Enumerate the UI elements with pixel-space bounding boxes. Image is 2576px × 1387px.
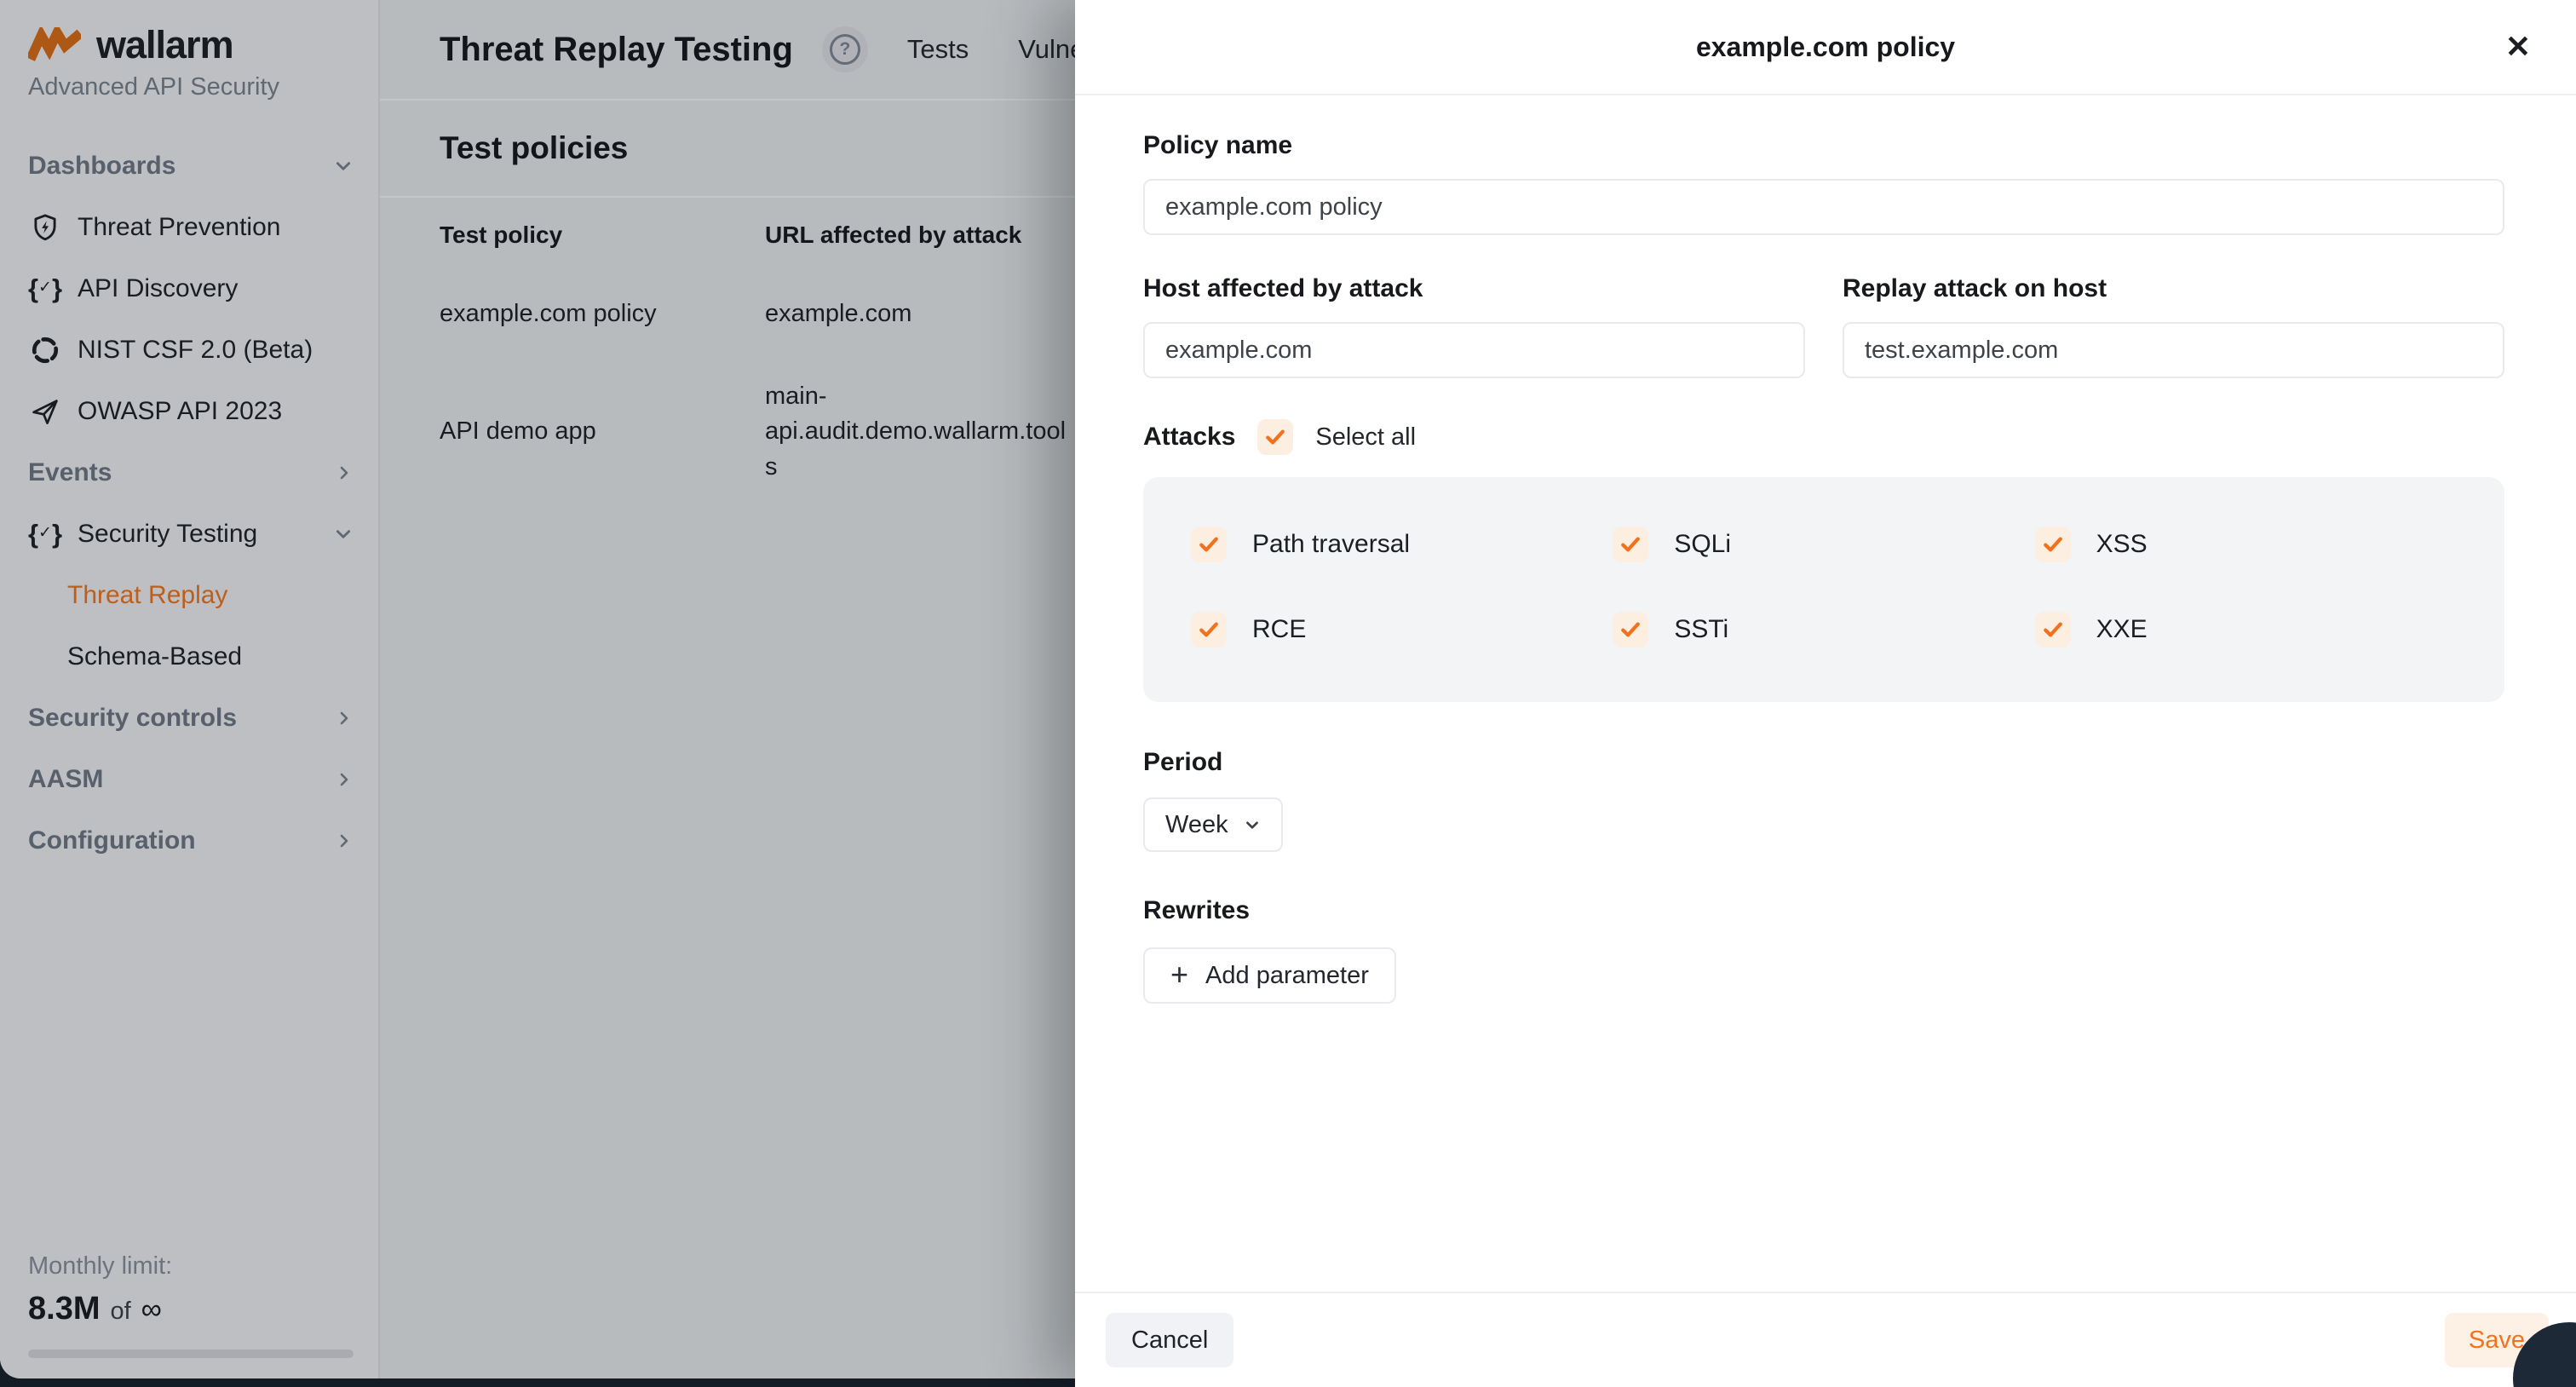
modal-title: example.com policy bbox=[1696, 32, 1955, 63]
cancel-button[interactable]: Cancel bbox=[1106, 1313, 1233, 1367]
plus-icon: + bbox=[1170, 959, 1188, 990]
checkbox-checked-icon bbox=[2035, 527, 2071, 562]
checkbox-checked-icon bbox=[1613, 527, 1648, 562]
checkbox-checked-icon bbox=[1191, 527, 1227, 562]
policy-name-input[interactable] bbox=[1143, 179, 2504, 235]
period-select[interactable]: Week bbox=[1143, 797, 1283, 852]
modal-header: example.com policy ✕ bbox=[1075, 0, 2576, 95]
attack-checkbox-path-traversal[interactable]: Path traversal bbox=[1191, 527, 1613, 562]
modal-body: Policy name Host affected by attack Repl… bbox=[1075, 95, 2576, 1292]
chevron-down-icon bbox=[1244, 816, 1261, 833]
attack-checkbox-ssti[interactable]: SSTi bbox=[1613, 612, 2034, 647]
modal-backdrop[interactable] bbox=[0, 0, 1075, 1387]
add-parameter-button[interactable]: + Add parameter bbox=[1143, 947, 1396, 1004]
replay-host-label: Replay attack on host bbox=[1843, 274, 2504, 303]
close-icon[interactable]: ✕ bbox=[2494, 23, 2542, 71]
rewrites-label: Rewrites bbox=[1143, 896, 2504, 925]
policy-edit-modal: example.com policy ✕ Policy name Host af… bbox=[1075, 0, 2576, 1387]
attack-checkbox-xxe[interactable]: XXE bbox=[2035, 612, 2457, 647]
period-value: Week bbox=[1165, 811, 1228, 839]
period-label: Period bbox=[1143, 748, 2504, 777]
app-window: wallarm Advanced API Security Dashboards bbox=[0, 0, 2576, 1387]
policy-name-label: Policy name bbox=[1143, 131, 2504, 160]
attack-checkbox-sqli[interactable]: SQLi bbox=[1613, 527, 2034, 562]
select-all-label: Select all bbox=[1315, 423, 1416, 452]
attacks-label: Attacks bbox=[1143, 423, 1235, 452]
attacks-panel: Path traversal SQLi XSS bbox=[1143, 477, 2504, 702]
select-all-checkbox[interactable] bbox=[1257, 419, 1293, 455]
checkbox-checked-icon bbox=[1191, 612, 1227, 647]
modal-footer: Cancel Save bbox=[1075, 1292, 2576, 1387]
host-affected-label: Host affected by attack bbox=[1143, 274, 1805, 303]
attack-checkbox-xss[interactable]: XSS bbox=[2035, 527, 2457, 562]
replay-host-input[interactable] bbox=[1843, 322, 2504, 378]
checkbox-checked-icon bbox=[1613, 612, 1648, 647]
attack-checkbox-rce[interactable]: RCE bbox=[1191, 612, 1613, 647]
checkbox-checked-icon bbox=[2035, 612, 2071, 647]
host-affected-input[interactable] bbox=[1143, 322, 1805, 378]
